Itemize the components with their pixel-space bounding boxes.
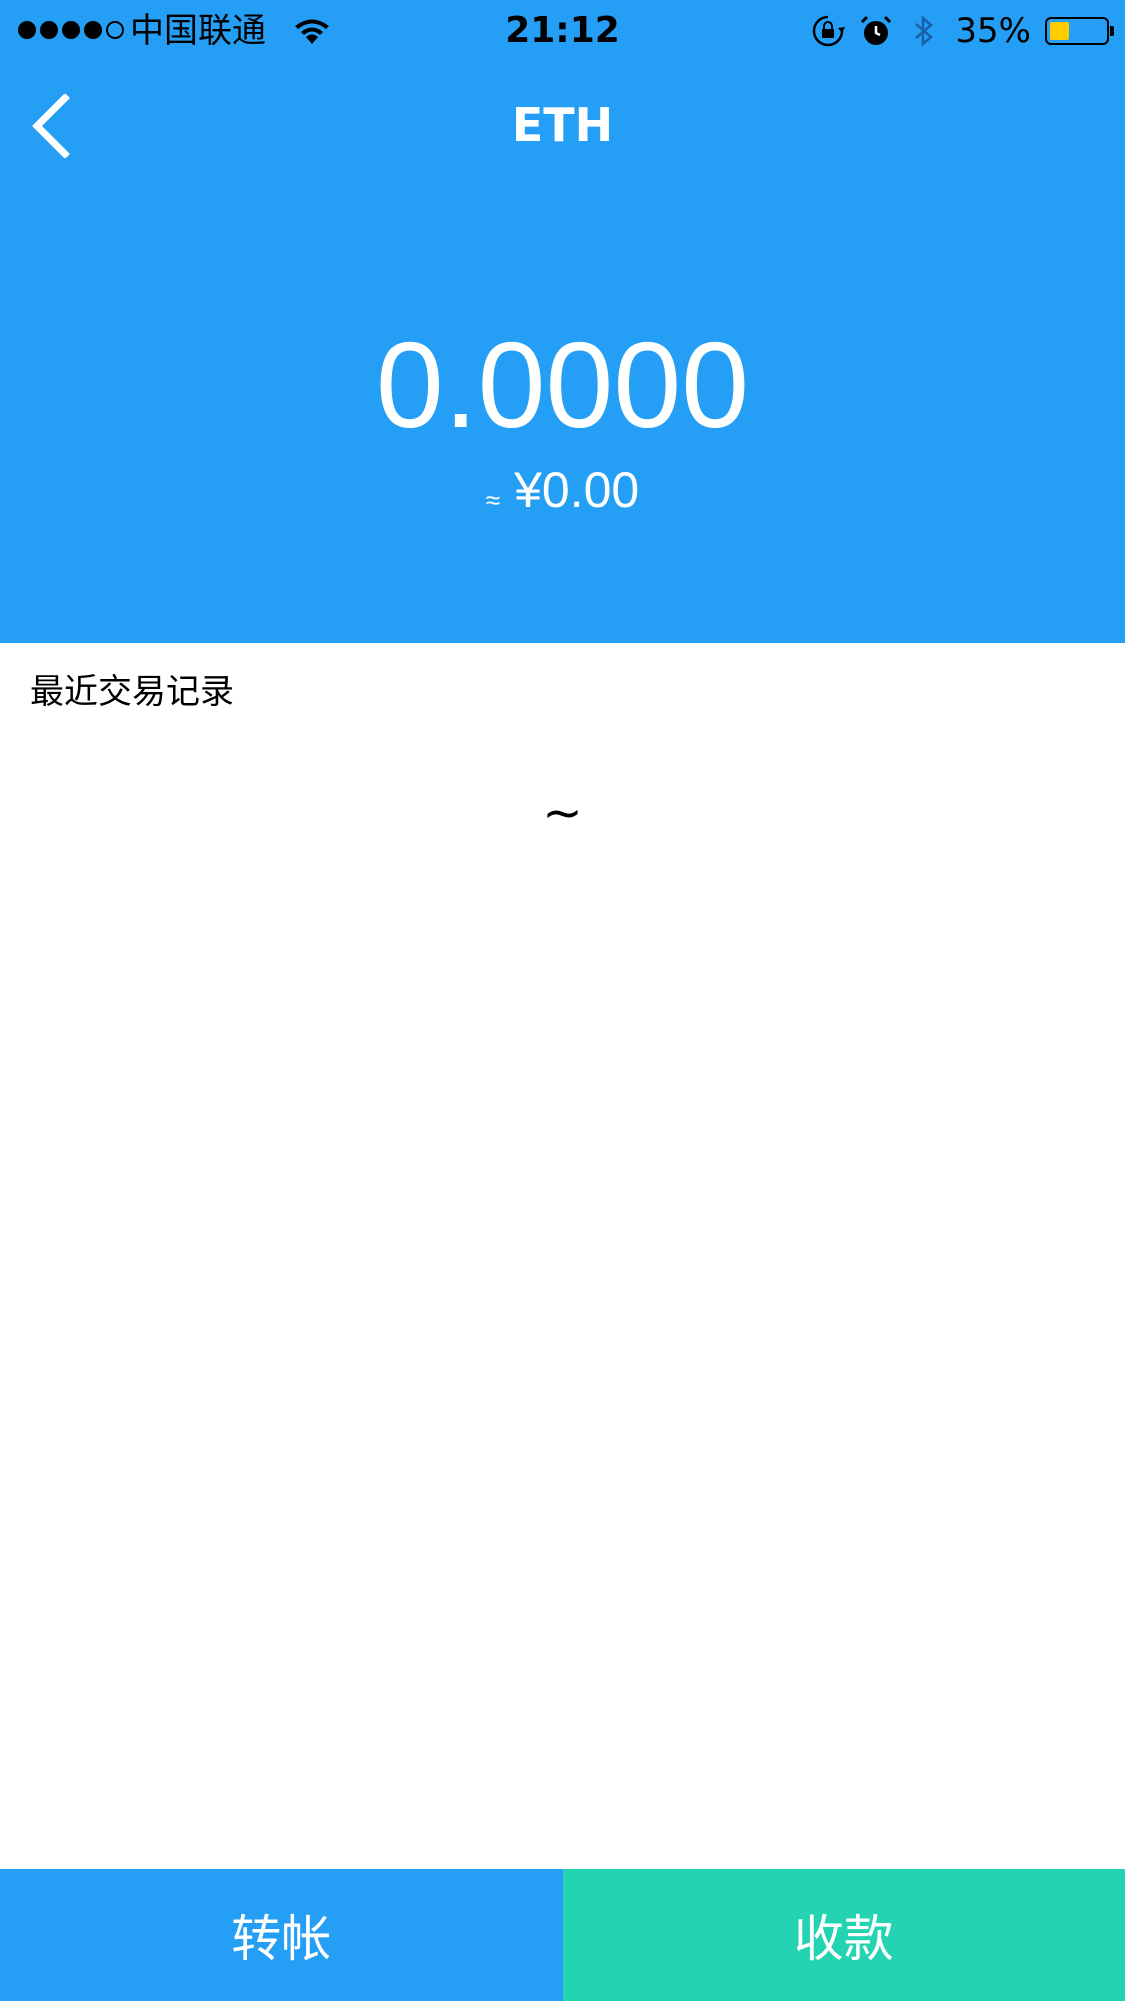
page-title: ETH bbox=[511, 98, 614, 152]
bluetooth-icon bbox=[915, 15, 934, 47]
battery-icon bbox=[1045, 17, 1114, 45]
approx-symbol: ≈ bbox=[485, 485, 501, 515]
recent-transactions-heading: 最近交易记录 bbox=[30, 672, 234, 712]
status-bar: 中国联通 21:12 35% bbox=[0, 0, 1125, 62]
fiat-value: ≈ ¥0.00 bbox=[0, 458, 1125, 522]
transactions-empty-indicator: ~ bbox=[542, 785, 583, 841]
battery-percent: 35% bbox=[955, 11, 1031, 51]
orientation-lock-icon bbox=[813, 15, 846, 47]
transfer-button[interactable]: 转帐 bbox=[0, 1869, 563, 2001]
fiat-amount: ¥0.00 bbox=[514, 462, 640, 518]
receive-button[interactable]: 收款 bbox=[562, 1869, 1125, 2001]
header-area: 中国联通 21:12 35% ETH 0.0000 ≈ ¥0.00 bbox=[0, 0, 1125, 643]
balance-amount: 0.0000 bbox=[375, 317, 750, 453]
bottom-action-bar: 转帐 收款 bbox=[0, 1869, 1125, 2001]
alarm-icon bbox=[861, 15, 892, 45]
